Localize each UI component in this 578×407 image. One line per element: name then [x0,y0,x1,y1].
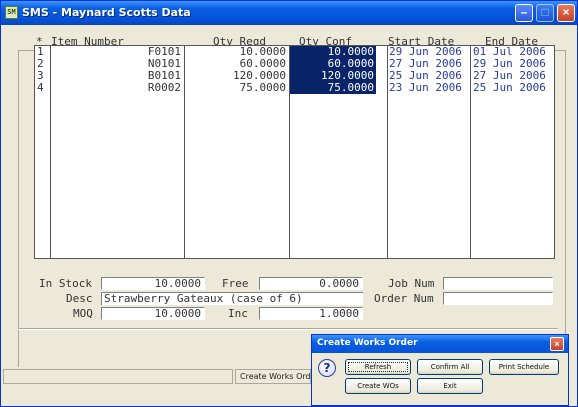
free-label: Free [222,277,249,290]
create-wos-button[interactable]: Create WOs [345,378,411,394]
in-stock-field[interactable]: 10.0000 [101,277,205,290]
in-stock-label: In Stock [39,277,92,290]
works-order-grid[interactable]: 1 F0101 10.0000 10.0000 29 Jun 2006 01 J… [34,45,555,259]
question-icon: ? [318,359,336,377]
status-panel-form: Create Works Order [235,369,311,384]
print-schedule-button[interactable]: Print Schedule [489,359,559,375]
app-icon: SM [5,6,18,19]
start-date-cell[interactable]: 23 Jun 2006 [389,82,462,94]
maximize-button[interactable]: □ [536,4,554,22]
job-num-field[interactable] [443,277,553,290]
order-num-label: Order Num [374,292,434,305]
moq-field[interactable]: 10.0000 [101,307,205,320]
dialog-close-button[interactable]: × [550,337,564,351]
desc-field[interactable]: Strawberry Gateaux (case of 6) [101,292,363,305]
order-num-field[interactable] [443,292,553,305]
divider [18,328,558,330]
main-window: SM SMS - Maynard Scotts Data – □ × * Ite… [0,0,578,407]
window-title: SMS - Maynard Scotts Data [22,6,191,19]
row-number: 4 [37,81,44,94]
item-number-cell[interactable]: R0002 [51,82,181,94]
dialog-title: Create Works Order [317,338,418,348]
moq-label: MOQ [73,307,93,320]
refresh-button[interactable]: Refresh [345,359,411,375]
free-field[interactable]: 0.0000 [259,277,363,290]
exit-button[interactable]: Exit [417,378,483,394]
title-bar[interactable]: SM SMS - Maynard Scotts Data – □ × [1,1,577,25]
minimize-button[interactable]: – [515,4,533,22]
job-num-label: Job Num [388,277,435,290]
create-works-order-dialog: Create Works Order × ? Refresh Confirm A… [311,334,569,406]
qty-conf-cell[interactable]: 75.0000 [290,82,376,94]
confirm-all-button[interactable]: Confirm All [417,359,483,375]
dialog-title-bar[interactable]: Create Works Order × [312,335,568,353]
inc-field[interactable]: 1.0000 [259,307,363,320]
status-panel-main [3,369,233,384]
close-button[interactable]: × [557,4,575,22]
end-date-cell[interactable]: 25 Jun 2006 [473,82,546,94]
desc-label: Desc [66,292,93,305]
qty-reqd-cell[interactable]: 75.0000 [185,82,286,94]
inc-label: Inc [228,307,248,320]
